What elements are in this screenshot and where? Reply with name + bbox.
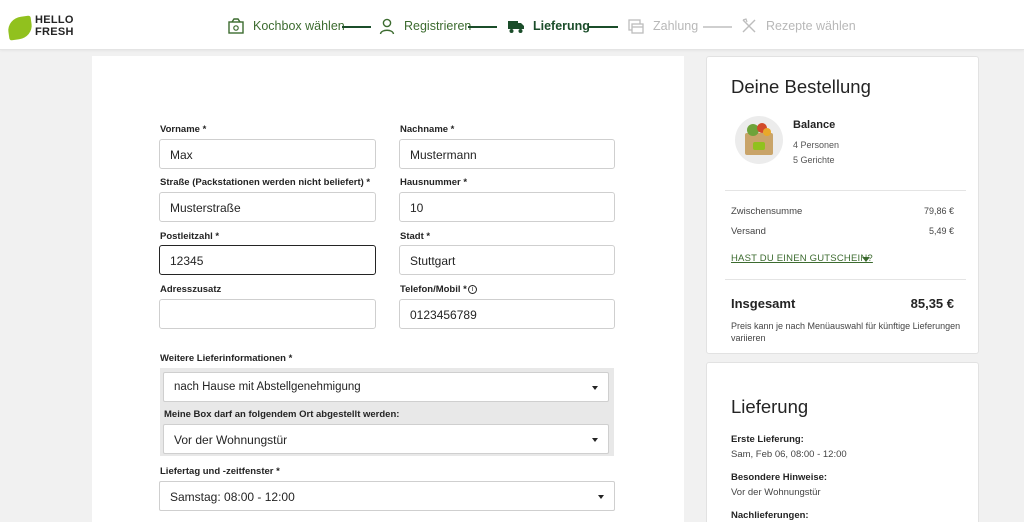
first-delivery-value: Sam, Feb 06, 08:00 - 12:00: [731, 449, 847, 460]
step-lieferung[interactable]: Lieferung: [507, 14, 590, 38]
info-icon[interactable]: i: [467, 284, 477, 294]
adresszusatz-label: Adresszusatz: [160, 284, 222, 295]
top-header: HELLO FRESH Kochbox wählen Registrieren …: [0, 0, 1024, 50]
vorname-input[interactable]: Max: [159, 139, 376, 169]
next-deliveries-label: Nachlieferungen:: [731, 510, 809, 521]
step-zahlung[interactable]: Zahlung: [627, 14, 698, 38]
step-connector: [468, 26, 497, 28]
order-summary-card: Deine Bestellung Balance 4 Personen 5 Ge…: [706, 56, 979, 354]
product-name: Balance: [793, 119, 836, 131]
lieferinfo-label: Weitere Lieferinformationen *: [160, 353, 293, 364]
chevron-down-icon: [598, 495, 604, 499]
divider: [725, 279, 966, 280]
user-icon: [378, 17, 396, 35]
step-label: Zahlung: [653, 19, 699, 33]
total-value: 85,35 €: [910, 296, 954, 311]
step-connector: [342, 26, 371, 28]
product-meals: 5 Gerichte: [793, 155, 835, 165]
lieferinfo-selected: nach Hause mit Abstellgenehmigung: [174, 381, 361, 393]
step-connector: [703, 26, 732, 28]
delivery-title: Lieferung: [731, 396, 809, 417]
stadt-label: Stadt *: [400, 231, 431, 242]
chevron-down-icon[interactable]: [862, 257, 870, 262]
address-form: Vorname * Max Nachname * Mustermann Stra…: [92, 56, 684, 522]
telefon-input[interactable]: 0123456789: [399, 299, 615, 329]
nachname-input[interactable]: Mustermann: [399, 139, 615, 169]
chevron-down-icon: [592, 386, 598, 390]
hausnummer-label: Hausnummer *: [400, 177, 468, 188]
telefon-label-wrap: Telefon/Mobil * i: [400, 284, 477, 295]
telefon-label: Telefon/Mobil *: [400, 284, 467, 295]
shipping-label: Versand: [731, 226, 766, 237]
step-connector: [589, 26, 618, 28]
liefertag-select[interactable]: Samstag: 08:00 - 12:00: [159, 481, 615, 511]
step-label: Kochbox wählen: [253, 19, 345, 33]
plz-input[interactable]: 12345: [159, 245, 376, 275]
plz-label: Postleitzahl *: [160, 231, 220, 242]
step-label: Rezepte wählen: [766, 19, 856, 33]
ablageort-selected: Vor der Wohnungstür: [174, 433, 288, 447]
liefertag-label: Liefertag und -zeitfenster *: [160, 466, 280, 477]
vorname-label: Vorname *: [160, 124, 207, 135]
price-note: Preis kann je nach Menüauswahl für künft…: [731, 321, 961, 343]
lieferinfo-select[interactable]: nach Hause mit Abstellgenehmigung: [163, 372, 609, 402]
step-label: Registrieren: [404, 19, 472, 33]
strasse-label: Straße (Packstationen werden nicht belie…: [160, 177, 371, 188]
ablageort-label: Meine Box darf an folgendem Ort abgestel…: [164, 409, 400, 420]
product-persons: 4 Personen: [793, 140, 840, 150]
step-registrieren[interactable]: Registrieren: [378, 14, 471, 38]
order-title: Deine Bestellung: [731, 76, 871, 97]
product-image: [735, 116, 783, 164]
adresszusatz-input[interactable]: [159, 299, 376, 329]
step-kochbox[interactable]: Kochbox wählen: [227, 14, 345, 38]
subtotal-label: Zwischensumme: [731, 206, 803, 217]
truck-icon: [507, 17, 525, 35]
cutlery-icon: [740, 17, 758, 35]
payment-icon: [627, 17, 645, 35]
checkout-steps: Kochbox wählen Registrieren Lieferung Za…: [0, 0, 1024, 50]
divider: [725, 190, 966, 191]
hausnummer-input[interactable]: 10: [399, 192, 615, 222]
liefertag-selected: Samstag: 08:00 - 12:00: [170, 490, 295, 504]
step-label: Lieferung: [533, 19, 590, 33]
chevron-down-icon: [592, 438, 598, 442]
stadt-input[interactable]: Stuttgart: [399, 245, 615, 275]
coupon-link[interactable]: HAST DU EINEN GUTSCHEIN?: [731, 253, 873, 264]
delivery-summary-card: Lieferung Erste Lieferung: Sam, Feb 06, …: [706, 362, 979, 522]
box-icon: [227, 17, 245, 35]
subtotal-value: 79,86 €: [923, 206, 954, 216]
hints-value: Vor der Wohnungstür: [731, 487, 821, 498]
delivery-options-box: nach Hause mit Abstellgenehmigung Meine …: [160, 368, 614, 456]
step-rezepte[interactable]: Rezepte wählen: [740, 14, 856, 38]
total-label: Insgesamt: [731, 296, 796, 311]
hints-label: Besondere Hinweise:: [731, 472, 828, 483]
shipping-value: 5,49 €: [928, 226, 954, 236]
ablageort-select[interactable]: Vor der Wohnungstür: [163, 424, 609, 454]
first-delivery-label: Erste Lieferung:: [731, 434, 804, 445]
strasse-input[interactable]: Musterstraße: [159, 192, 376, 222]
nachname-label: Nachname *: [400, 124, 455, 135]
